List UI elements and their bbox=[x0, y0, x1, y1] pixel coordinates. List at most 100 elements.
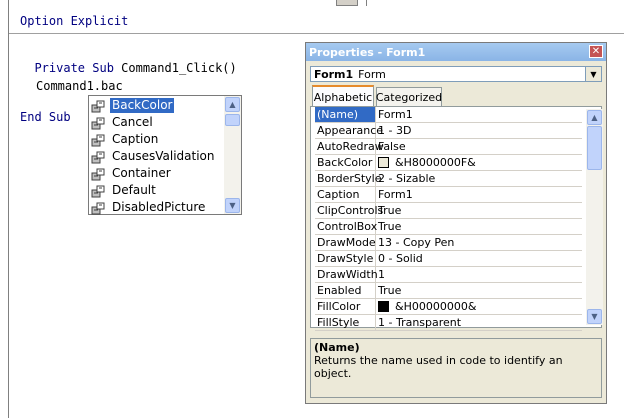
property-row[interactable]: DrawStyle 0 - Solid bbox=[315, 251, 582, 267]
property-row[interactable]: BackColor &H8000000F& bbox=[315, 155, 582, 171]
object-selector[interactable]: Form1 Form ▼ bbox=[310, 66, 602, 82]
property-value: False bbox=[378, 140, 406, 153]
property-row[interactable]: DrawMode 13 - Copy Pen bbox=[315, 235, 582, 251]
properties-window[interactable]: Properties - Form1 ✕ Form1 Form ▼ Alphab… bbox=[305, 42, 607, 404]
property-name: AutoRedraw bbox=[317, 139, 384, 154]
autocomplete-item[interactable]: DisabledPicture bbox=[91, 199, 223, 216]
description-text: Returns the name used in code to identif… bbox=[314, 354, 563, 380]
property-name: Caption bbox=[315, 187, 376, 202]
autocomplete-item-label: Default bbox=[112, 183, 156, 197]
property-value: True bbox=[378, 204, 402, 217]
property-icon bbox=[91, 150, 107, 164]
property-value: 13 - Copy Pen bbox=[378, 236, 455, 249]
code-line-command1[interactable]: Command1.bac bbox=[36, 79, 123, 93]
property-row[interactable]: DrawWidth 1 bbox=[315, 267, 582, 283]
description-title: (Name) bbox=[314, 341, 360, 354]
close-icon[interactable]: ✕ bbox=[589, 45, 603, 58]
property-value: 2 - Sizable bbox=[378, 172, 436, 185]
autocomplete-list[interactable]: BackColor Cancel Caption CausesValidation Co… bbox=[88, 95, 242, 215]
property-row[interactable]: BorderStyle 2 - Sizable bbox=[315, 171, 582, 187]
grid-scroll-up-button[interactable]: ▲ bbox=[587, 110, 602, 125]
property-row[interactable]: Enabled True bbox=[315, 283, 582, 299]
color-swatch-icon bbox=[378, 301, 389, 312]
autocomplete-item-label: CausesValidation bbox=[112, 149, 215, 163]
property-name: FillStyle bbox=[315, 315, 376, 330]
property-icon bbox=[91, 167, 107, 181]
procedure-separator bbox=[9, 33, 624, 34]
property-row[interactable]: FillStyle 1 - Transparent bbox=[315, 315, 582, 331]
property-row[interactable]: (Name) Form1 bbox=[315, 107, 582, 123]
property-value-cell[interactable]: 2 - Sizable bbox=[376, 171, 582, 186]
code-line-option-explicit[interactable]: Option Explicit bbox=[20, 14, 128, 28]
property-value-cell[interactable]: 0 - Solid bbox=[376, 251, 582, 266]
object-name: Form1 bbox=[314, 67, 354, 81]
property-value: &H8000000F& bbox=[395, 156, 476, 169]
property-value: True bbox=[378, 284, 402, 297]
property-row[interactable]: Appearance 1 - 3D bbox=[315, 123, 582, 139]
property-value: &H00000000& bbox=[395, 300, 477, 313]
property-value-cell[interactable]: True bbox=[376, 283, 582, 298]
grid-scroll-down-button[interactable]: ▼ bbox=[587, 309, 602, 324]
property-name: BorderStyle bbox=[317, 171, 382, 186]
property-grid-scrollbar[interactable]: ▲ ▼ bbox=[586, 109, 603, 325]
property-row[interactable]: Caption Form1 bbox=[315, 187, 582, 203]
chevron-down-icon[interactable]: ▼ bbox=[585, 67, 601, 81]
property-row[interactable]: ControlBox True bbox=[315, 219, 582, 235]
autocomplete-item[interactable]: Caption bbox=[91, 131, 223, 148]
scroll-down-button[interactable]: ▼ bbox=[225, 198, 240, 213]
property-name: (Name) bbox=[315, 107, 376, 122]
autocomplete-item[interactable]: Container bbox=[91, 165, 223, 182]
property-name: BackColor bbox=[315, 155, 376, 170]
property-name: ControlBox bbox=[317, 219, 378, 234]
autocomplete-item-label: BackColor bbox=[110, 98, 175, 113]
code-line-sub-declaration[interactable]: Private Sub Command1_Click() bbox=[20, 47, 236, 75]
property-name: ClipControls bbox=[317, 203, 384, 218]
property-value: 1 - Transparent bbox=[378, 316, 462, 329]
property-row[interactable]: FillColor &H00000000& bbox=[315, 299, 582, 315]
property-name: Enabled bbox=[315, 283, 376, 298]
scroll-up-button[interactable]: ▲ bbox=[225, 97, 240, 112]
property-name: DrawStyle bbox=[315, 251, 376, 266]
property-value-cell[interactable]: True bbox=[376, 203, 582, 218]
property-name: Appearance bbox=[317, 123, 384, 138]
description-pane: (Name) Returns the name used in code to … bbox=[310, 338, 602, 398]
property-row[interactable]: AutoRedraw False bbox=[315, 139, 582, 155]
top-divider bbox=[366, 0, 367, 6]
splitter-handle[interactable] bbox=[336, 0, 358, 6]
property-value-cell[interactable]: &H8000000F& bbox=[376, 155, 582, 170]
property-name: DrawWidth bbox=[317, 267, 378, 282]
property-name: FillColor bbox=[315, 299, 376, 314]
property-value-cell[interactable]: 1 - 3D bbox=[376, 123, 582, 138]
scroll-thumb[interactable] bbox=[225, 114, 240, 126]
properties-title: Properties - Form1 bbox=[309, 45, 426, 59]
editor-top-strip bbox=[8, 0, 624, 6]
grid-scroll-thumb[interactable] bbox=[587, 126, 602, 170]
property-value: True bbox=[378, 220, 402, 233]
autocomplete-item[interactable]: BackColor bbox=[91, 97, 223, 114]
property-value-cell[interactable]: Form1 bbox=[376, 187, 582, 202]
property-row[interactable]: ClipControls True bbox=[315, 203, 582, 219]
property-value-cell[interactable]: False bbox=[376, 139, 582, 154]
color-swatch-icon bbox=[378, 157, 389, 168]
autocomplete-item-label: Cancel bbox=[112, 115, 153, 129]
property-value-cell[interactable]: &H00000000& bbox=[376, 299, 582, 314]
property-value-cell[interactable]: Form1 bbox=[376, 107, 582, 122]
properties-title-bar[interactable]: Properties - Form1 ✕ bbox=[306, 43, 606, 61]
autocomplete-item[interactable]: CausesValidation bbox=[91, 148, 223, 165]
autocomplete-item-label: Container bbox=[112, 166, 171, 180]
object-type: Form bbox=[358, 67, 386, 81]
property-icon bbox=[91, 99, 107, 113]
autocomplete-scrollbar[interactable]: ▲ ▼ bbox=[224, 96, 241, 214]
property-value-cell[interactable]: 13 - Copy Pen bbox=[376, 235, 582, 250]
property-value-cell[interactable]: 1 - Transparent bbox=[376, 315, 582, 330]
autocomplete-item[interactable]: Cancel bbox=[91, 114, 223, 131]
tab-alphabetic[interactable]: Alphabetic bbox=[312, 85, 374, 107]
property-value-cell[interactable]: True bbox=[376, 219, 582, 234]
code-line-end-sub[interactable]: End Sub bbox=[20, 110, 71, 124]
tab-categorized[interactable]: Categorized bbox=[376, 87, 442, 106]
property-value: 1 bbox=[378, 268, 385, 281]
property-value: Form1 bbox=[378, 188, 413, 201]
autocomplete-item[interactable]: Default bbox=[91, 182, 223, 199]
property-value-cell[interactable]: 1 bbox=[376, 267, 582, 282]
property-icon bbox=[91, 201, 107, 215]
